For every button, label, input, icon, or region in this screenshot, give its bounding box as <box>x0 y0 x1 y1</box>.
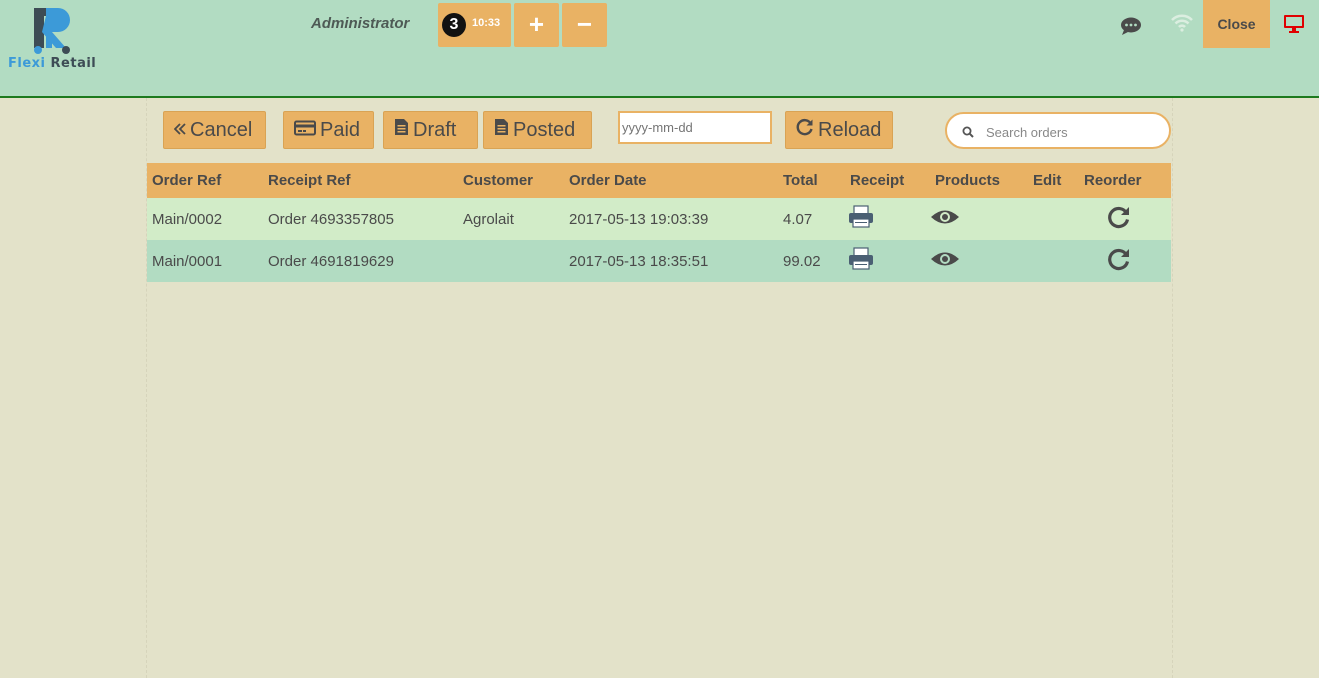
username-label[interactable]: Administrator <box>311 15 409 32</box>
column-header-edit: Edit <box>1028 163 1079 198</box>
order-count-badge: 3 <box>442 13 466 37</box>
customer-cell <box>458 240 564 282</box>
orders-table: Order Ref Receipt Ref Customer Order Dat… <box>147 163 1171 282</box>
receipt-ref-cell: Order 4691819629 <box>263 240 458 282</box>
close-button[interactable]: Close <box>1203 0 1270 48</box>
search-input[interactable] <box>984 120 1163 144</box>
order-time-label: 10:33 <box>472 17 501 29</box>
document-icon <box>494 112 509 148</box>
order-date-cell: 2017-05-13 19:03:39 <box>564 198 778 240</box>
double-chevron-left-icon <box>173 112 186 148</box>
receipt-cell <box>845 198 930 240</box>
draft-filter-button[interactable]: Draft <box>383 111 478 149</box>
column-header-order-ref[interactable]: Order Ref <box>147 163 263 198</box>
search-field[interactable] <box>945 112 1171 149</box>
edit-cell <box>1028 240 1079 282</box>
order-date-cell: 2017-05-13 18:35:51 <box>564 240 778 282</box>
printer-icon[interactable] <box>848 205 874 233</box>
add-order-button[interactable]: + <box>514 3 559 47</box>
refresh-icon[interactable] <box>1107 247 1131 275</box>
column-header-receipt-ref[interactable]: Receipt Ref <box>263 163 458 198</box>
remove-order-button[interactable]: − <box>562 3 607 47</box>
column-header-products: Products <box>930 163 1028 198</box>
column-header-receipt: Receipt <box>845 163 930 198</box>
eye-icon[interactable] <box>930 208 960 230</box>
products-cell <box>930 240 1028 282</box>
credit-card-icon <box>294 112 316 148</box>
posted-filter-button[interactable]: Posted <box>483 111 592 149</box>
paid-filter-button[interactable]: Paid <box>283 111 374 149</box>
eye-icon[interactable] <box>930 250 960 272</box>
receipt-ref-cell: Order 4693357805 <box>263 198 458 240</box>
table-header-row: Order Ref Receipt Ref Customer Order Dat… <box>147 163 1171 198</box>
reorder-cell <box>1079 198 1171 240</box>
edit-cell <box>1028 198 1079 240</box>
reload-label: Reload <box>818 119 882 141</box>
search-icon <box>962 125 974 143</box>
customer-cell: Agrolait <box>458 198 564 240</box>
order-ref-cell: Main/0002 <box>147 198 263 240</box>
logo-wordmark: Flexi Retail <box>8 56 96 71</box>
cancel-label: Cancel <box>190 119 253 141</box>
order-selector-tab[interactable]: 3 10:33 <box>438 3 511 47</box>
total-cell: 99.02 <box>778 240 845 282</box>
logo-word-retail: Retail <box>50 56 97 71</box>
table-row[interactable]: Main/0002 Order 4693357805 Agrolait 2017… <box>147 198 1171 240</box>
paid-label: Paid <box>320 119 361 141</box>
refresh-icon <box>796 112 814 148</box>
table-row[interactable]: Main/0001 Order 4691819629 2017-05-13 18… <box>147 240 1171 282</box>
order-ref-cell: Main/0001 <box>147 240 263 282</box>
draft-label: Draft <box>413 119 457 141</box>
total-cell: 4.07 <box>778 198 845 240</box>
reorder-cell <box>1079 240 1171 282</box>
flexi-retail-logo: Flexi Retail <box>8 6 102 74</box>
column-header-customer[interactable]: Customer <box>458 163 564 198</box>
cancel-button[interactable]: Cancel <box>163 111 266 149</box>
top-bar: Flexi Retail Administrator 3 10:33 + − C… <box>0 0 1319 98</box>
posted-label: Posted <box>513 119 576 141</box>
products-cell <box>930 198 1028 240</box>
document-icon <box>394 112 409 148</box>
date-filter-input[interactable] <box>618 111 772 144</box>
chat-bubble-icon[interactable] <box>1120 16 1142 41</box>
column-header-reorder: Reorder <box>1079 163 1171 198</box>
refresh-icon[interactable] <box>1107 205 1131 233</box>
wifi-icon <box>1171 14 1193 37</box>
reload-button[interactable]: Reload <box>785 111 893 149</box>
receipt-cell <box>845 240 930 282</box>
printer-icon[interactable] <box>848 247 874 275</box>
column-header-total[interactable]: Total <box>778 163 845 198</box>
column-header-order-date[interactable]: Order Date <box>564 163 778 198</box>
monitor-icon[interactable] <box>1283 14 1305 39</box>
logo-word-flexi: Flexi <box>8 56 46 71</box>
